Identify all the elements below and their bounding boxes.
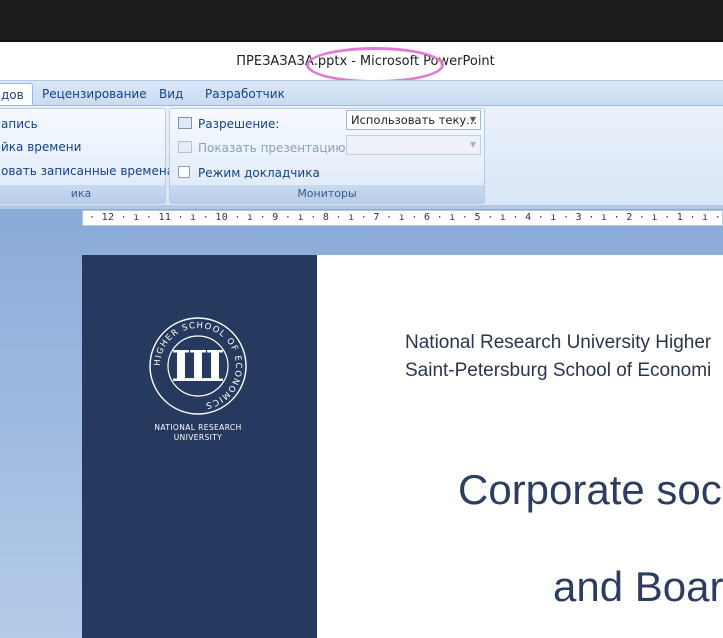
show-on-dropdown: ▼: [346, 135, 481, 155]
record-narration-button[interactable]: апись: [1, 114, 38, 134]
presenter-view-checkbox[interactable]: Режим докладчика: [178, 163, 320, 183]
chevron-down-icon[interactable]: ▼: [466, 111, 480, 129]
title-separator: -: [351, 53, 356, 69]
logo-caption-line2: UNIVERSITY: [173, 433, 223, 442]
resolution-dropdown[interactable]: Использовать теку... ▼: [346, 110, 481, 130]
use-recorded-timings-checkbox[interactable]: овать записанные времена: [1, 161, 174, 181]
show-on-label-text: Показать презентацию на:: [198, 141, 369, 155]
group-setup-label: ика: [0, 185, 165, 203]
app-name: Microsoft PowerPoint: [359, 53, 495, 69]
show-on-label: Показать презентацию на:: [178, 138, 369, 158]
ribbon: апись йка времени овать записанные време…: [0, 105, 723, 206]
slide-left-panel: [82, 255, 317, 638]
logo-caption: NATIONAL RESEARCH UNIVERSITY: [118, 423, 278, 443]
presenter-view-text: Режим докладчика: [198, 166, 320, 180]
resolution-label: Разрешение:: [178, 114, 279, 134]
window-title: ПРЕЗАЗАЗА.pptx - Microsoft PowerPoint: [0, 42, 723, 80]
hse-logo-icon: HIGHER SCHOOL OF ECONOMICS Ш: [149, 317, 247, 415]
resolution-value: Использовать теку...: [351, 113, 478, 127]
slide-header-line1: National Research University Higher: [405, 332, 712, 353]
tab-review[interactable]: Рецензирование: [34, 83, 155, 105]
top-dark-bar: [0, 0, 723, 42]
group-monitors-label: Мониторы: [170, 185, 484, 203]
logo-caption-line1: NATIONAL RESEARCH: [154, 423, 242, 432]
tab-view[interactable]: Вид: [151, 83, 191, 105]
group-setup: апись йка времени овать записанные време…: [0, 108, 174, 204]
tab-slideshow[interactable]: дов: [0, 83, 33, 106]
slide-header-line2: Saint-Petersburg School of Economi: [405, 360, 712, 381]
tab-developer[interactable]: Разработчик: [197, 83, 293, 105]
resolution-label-text: Разрешение:: [198, 117, 280, 131]
checkbox-box[interactable]: [178, 166, 190, 178]
monitor-icon: [178, 141, 192, 153]
chevron-down-icon: ▼: [469, 140, 477, 149]
monitor-icon: [178, 117, 192, 129]
file-name: ПРЕЗАЗАЗА.pptx: [236, 53, 348, 69]
ribbon-tabs: дов Рецензирование Вид Разработчик: [0, 80, 723, 106]
slide-title-line1: Corporate soc: [458, 466, 722, 513]
rehearse-timings-button[interactable]: йка времени: [1, 137, 81, 157]
title-bar: ПРЕЗАЗАЗА.pptx - Microsoft PowerPoint: [0, 42, 723, 80]
logo-letter: Ш: [171, 342, 224, 391]
horizontal-ruler: · 12 · ı · 11 · ı · 10 · ı · 9 · ı · 8 ·…: [82, 210, 723, 226]
slide-title-line2: and Boar: [553, 563, 723, 610]
